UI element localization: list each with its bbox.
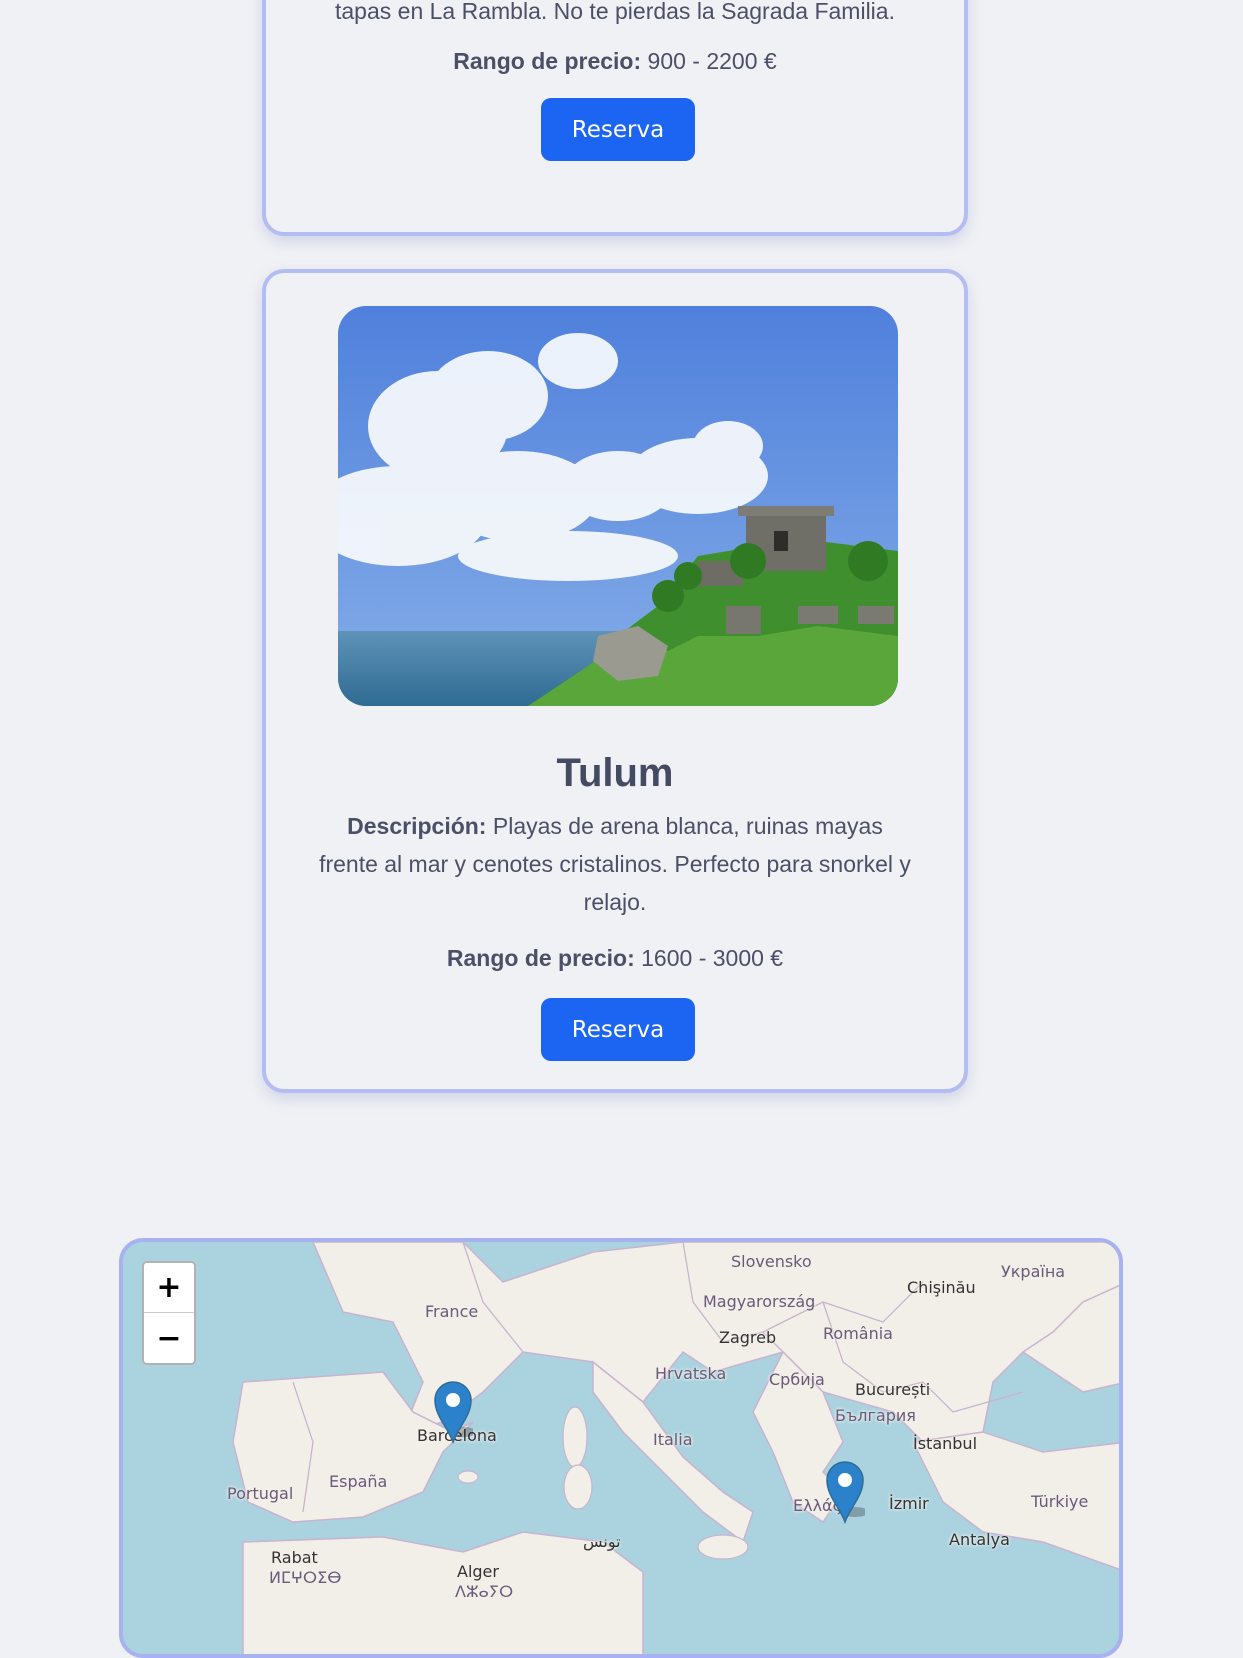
barcelona-marker[interactable] xyxy=(433,1380,473,1444)
greece-marker[interactable] xyxy=(825,1460,865,1524)
map-label-izmir: İzmir xyxy=(889,1494,929,1513)
map-label-srbija: Србија xyxy=(769,1370,825,1389)
map-label-france: France xyxy=(425,1302,479,1321)
card-description: tapas en La Rambla. No te pierdas la Sag… xyxy=(335,0,895,24)
destination-card-tulum: Tulum Descripción: Playas de arena blanc… xyxy=(262,269,968,1093)
map-label-istanbul: İstanbul xyxy=(913,1434,978,1453)
map-label-tifinagh-morocco: ⵍⵎⵖⵔⵉⴱ xyxy=(269,1568,342,1587)
map-label-tifinagh-algeria: ⴷⵣⴰⵢⵔ xyxy=(455,1582,514,1601)
card-price: Rango de precio: 1600 - 3000 € xyxy=(266,945,964,972)
card-price: Rango de precio: 900 - 2200 € xyxy=(266,48,964,75)
map-label-chisinau: Chişinău xyxy=(907,1278,976,1297)
price-value: 1600 - 3000 € xyxy=(641,945,784,971)
map-label-hrvatska: Hrvatska xyxy=(655,1364,727,1383)
map-label-ukraina: Україна xyxy=(1001,1262,1066,1281)
map-label-romania: România xyxy=(823,1324,893,1343)
map-label-espana: España xyxy=(329,1472,388,1491)
reserve-button[interactable]: Reserva xyxy=(541,998,695,1061)
map-label-tunis: تونس xyxy=(583,1532,621,1551)
map-label-alger: Alger xyxy=(457,1562,499,1581)
zoom-out-button[interactable]: − xyxy=(144,1313,194,1363)
zoom-control: + − xyxy=(142,1261,196,1365)
map-label-zagreb: Zagreb xyxy=(719,1328,777,1347)
map-label-bulgaria: България xyxy=(835,1406,916,1425)
destination-title: Tulum xyxy=(556,751,674,795)
price-value: 900 - 2200 € xyxy=(647,48,777,74)
price-label: Rango de precio: xyxy=(446,945,635,971)
reserve-button[interactable]: Reserva xyxy=(541,98,695,161)
map-label-antalya: Antalya xyxy=(949,1530,1010,1549)
tulum-photo xyxy=(338,306,898,706)
map-label-portugal: Portugal xyxy=(227,1484,294,1503)
map-label-slovensko: Slovensko xyxy=(731,1252,812,1271)
description-label: Descripción: xyxy=(347,813,487,839)
map-label-magyarorszag: Magyarország xyxy=(703,1292,816,1311)
price-label: Rango de precio: xyxy=(453,48,642,74)
zoom-in-button[interactable]: + xyxy=(144,1263,194,1313)
map-label-turkiye: Türkiye xyxy=(1031,1492,1089,1511)
tulum-ruins-photo xyxy=(338,306,898,706)
destination-card-barcelona: tapas en La Rambla. No te pierdas la Sag… xyxy=(262,0,968,236)
card-description: Descripción: Playas de arena blanca, rui… xyxy=(266,807,964,921)
map-label-rabat: Rabat xyxy=(271,1548,318,1567)
destinations-map[interactable]: + − Slovensko Україна France Magyarorszá… xyxy=(119,1238,1123,1658)
map-label-italia: Italia xyxy=(653,1430,693,1449)
map-label-bucuresti: București xyxy=(855,1380,931,1399)
